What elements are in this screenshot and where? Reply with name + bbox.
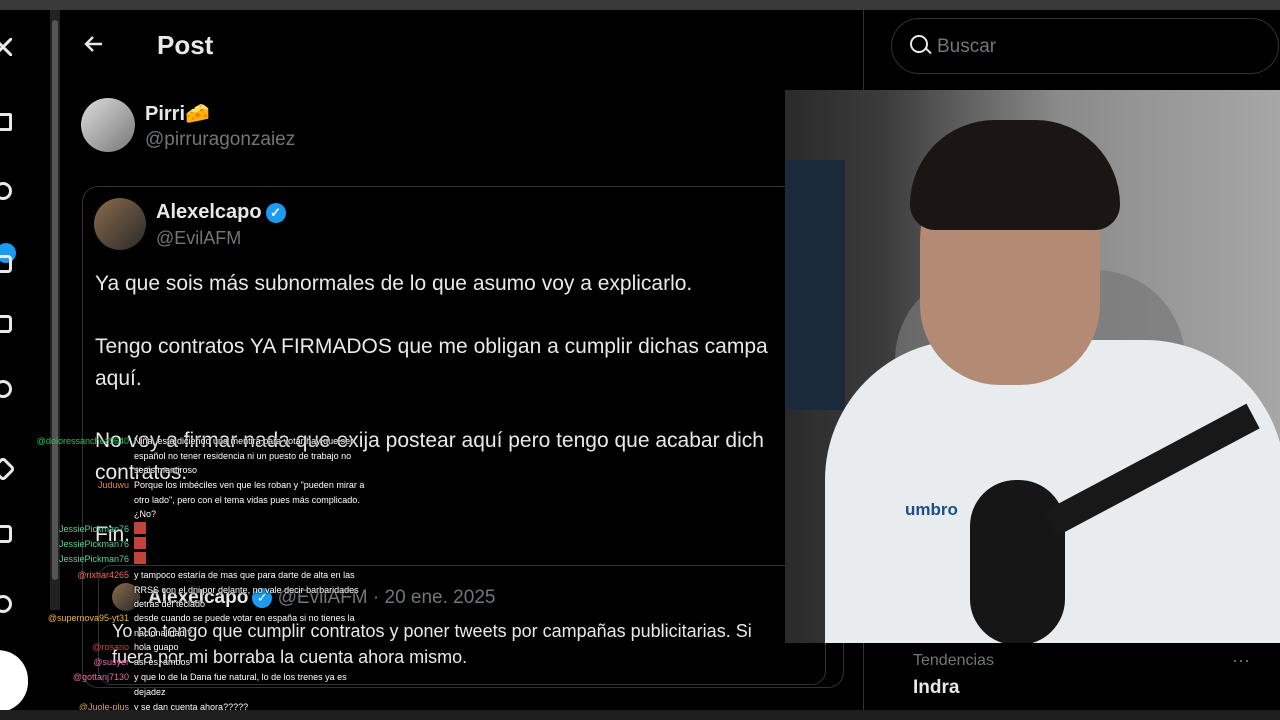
chat-text: hola guapo	[134, 642, 179, 652]
home-icon[interactable]	[0, 113, 12, 131]
chat-text: Porque los imbéciles ven que les roban y…	[134, 480, 365, 519]
quoted-text-line: Tengo contratos YA FIRMADOS que me oblig…	[95, 335, 768, 358]
x-logo-icon[interactable]	[0, 36, 14, 58]
chat-username: @gottanj7130	[72, 672, 129, 682]
chat-username: JessiePickman76	[58, 554, 129, 564]
emote-icon	[134, 522, 146, 534]
page-title: Post	[157, 30, 214, 60]
quoted-avatar[interactable]	[94, 198, 146, 250]
chat-emote	[134, 552, 374, 569]
chat-username: @rixhar4265	[77, 570, 129, 580]
more-options-icon[interactable]: ···	[1232, 650, 1250, 671]
author-name: Pirri	[145, 103, 186, 125]
search-icon	[910, 35, 928, 53]
grok-icon[interactable]	[0, 380, 12, 398]
quoted-name-row[interactable]: Alexelcapo ✓	[156, 201, 286, 224]
chat-text: Niña, está diciendo una mentira para vot…	[134, 436, 354, 475]
emote-icon	[134, 537, 146, 549]
trends-label: Tendencias	[913, 652, 994, 669]
stream-chat-overlay: @doloressanchez9640 Niña, está diciendo …	[0, 434, 380, 712]
browser-top-strip	[0, 0, 1280, 10]
quoted-name: Alexelcapo	[156, 201, 262, 223]
quoted-text-line: aquí.	[95, 367, 142, 390]
author-handle[interactable]: @pirruragonzaiez	[145, 129, 295, 151]
back-button[interactable]	[82, 32, 106, 63]
webcam-person-hair	[910, 120, 1120, 230]
arrow-left-icon	[84, 36, 102, 52]
chat-text: y que lo de la Dana fue natural, lo de l…	[134, 672, 347, 697]
search-box[interactable]: Buscar	[891, 18, 1279, 74]
author-avatar[interactable]	[81, 98, 135, 152]
messages-icon[interactable]	[0, 315, 12, 333]
os-taskbar	[0, 710, 1280, 720]
author-name-row[interactable]: Pirri🧀	[145, 101, 210, 126]
chat-username: @supernova95-yt31	[47, 613, 129, 623]
chat-text: así es, ambos	[134, 657, 191, 667]
microphone	[970, 480, 1065, 643]
chat-username: Juduwu	[97, 480, 129, 490]
search-placeholder: Buscar	[937, 36, 997, 57]
quoted-handle[interactable]: @EvilAFM	[156, 228, 241, 249]
webcam-background-shelf	[785, 160, 845, 410]
verified-badge-icon: ✓	[265, 202, 286, 223]
notifications-icon[interactable]	[0, 255, 12, 273]
emote-icon	[134, 552, 146, 564]
chat-username: @doloressanchez9640	[36, 436, 129, 446]
shirt-logo: umbro	[905, 500, 958, 519]
chat-text: y tampoco estaría de mas que para darte …	[134, 570, 359, 609]
trend-item[interactable]: Indra	[913, 677, 959, 699]
chat-username: JessiePickman76	[58, 539, 129, 549]
author-emoji: 🧀	[185, 103, 210, 125]
chat-text: desde cuando se puede votar en españa si…	[134, 613, 355, 638]
search-icon[interactable]	[0, 182, 12, 200]
chat-username: @susyer	[93, 657, 129, 667]
chat-username: @rosario	[92, 642, 129, 652]
chat-username: JessiePickman76	[58, 524, 129, 534]
webcam-overlay: umbro	[785, 90, 1280, 643]
inner-quoted-date: · 20 ene. 2025	[372, 587, 496, 608]
quoted-text-line: Ya que sois más subnormales de lo que as…	[95, 272, 693, 295]
